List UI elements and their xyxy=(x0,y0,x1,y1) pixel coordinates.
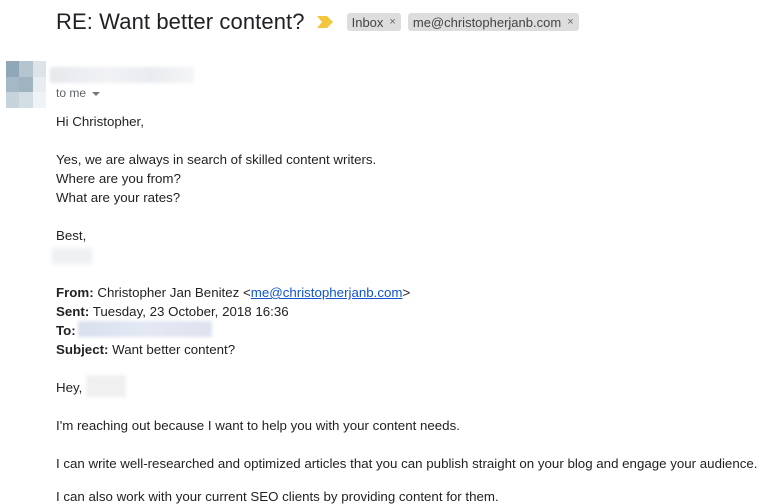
sent-value: Tuesday, 23 October, 2018 16:36 xyxy=(92,304,289,319)
sender-name-redacted xyxy=(50,67,194,83)
quoted-sent: Sent: Tuesday, 23 October, 2018 16:36 xyxy=(56,302,757,321)
to-label: To: xyxy=(56,323,76,338)
label-chip-text: Inbox xyxy=(351,14,384,30)
email-body: Hi Christopher, Yes, we are always in se… xyxy=(56,112,757,473)
signature-name-redacted xyxy=(52,248,92,264)
sign-off: Best, xyxy=(56,228,87,243)
email-subject: RE: Want better content? xyxy=(56,9,305,34)
subject-label: Subject: xyxy=(56,342,109,357)
from-close: > xyxy=(402,285,411,300)
from-label: From: xyxy=(56,285,94,300)
sent-label: Sent: xyxy=(56,304,90,319)
recipient-email-redacted xyxy=(78,321,212,337)
quoted-subject: Subject: Want better content? xyxy=(56,340,757,359)
body-line: What are your rates? xyxy=(56,190,181,205)
recipient-name-redacted xyxy=(86,375,126,397)
recipient-details-toggle[interactable]: to me xyxy=(56,86,101,100)
subject-value: Want better content? xyxy=(112,342,236,357)
quoted-from: From: Christopher Jan Benitez <me@christ… xyxy=(56,283,757,302)
body-line: Where are you from? xyxy=(56,171,181,186)
email-header: RE: Want better content? Inbox × me@chri… xyxy=(56,8,586,36)
quoted-greeting: Hey, xyxy=(56,380,83,395)
label-chip-email[interactable]: me@christopherjanb.com × xyxy=(407,13,579,31)
body-line: Yes, we are always in search of skilled … xyxy=(56,152,377,167)
avatar[interactable] xyxy=(6,61,46,108)
from-email-link[interactable]: me@christopherjanb.com xyxy=(251,285,403,300)
greeting: Hi Christopher, xyxy=(56,114,144,129)
chevron-down-icon xyxy=(92,91,101,96)
close-icon[interactable]: × xyxy=(567,16,573,28)
label-chip-text: me@christopherjanb.com xyxy=(412,14,562,30)
important-marker-icon[interactable] xyxy=(316,16,333,28)
from-name: Christopher Jan Benitez < xyxy=(97,285,251,300)
label-chip-inbox[interactable]: Inbox × xyxy=(346,13,401,31)
close-icon[interactable]: × xyxy=(389,16,395,28)
quoted-paragraph-clipped: I can also work with your current SEO cl… xyxy=(56,489,499,504)
quoted-paragraph: I'm reaching out because I want to help … xyxy=(56,418,460,433)
recipient-label: to me xyxy=(56,86,87,100)
quoted-paragraph: I can write well-researched and optimize… xyxy=(56,456,758,471)
